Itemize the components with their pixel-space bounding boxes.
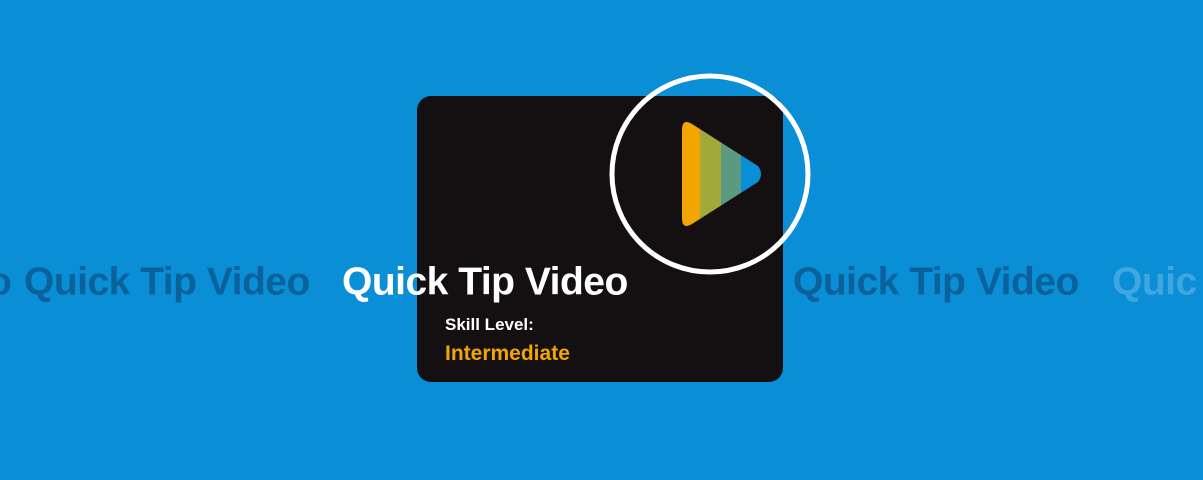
ticker-fragment-left: o [0,263,12,302]
play-stripe-1 [682,122,700,226]
quick-tip-banner: o Quick Tip Video Quick Tip Video Quick … [0,0,1203,480]
play-stripe-4 [741,122,761,226]
play-button[interactable] [608,72,812,276]
video-title: Quick Tip Video [342,260,628,304]
skill-level-value: Intermediate [445,342,570,365]
play-stripe-2 [700,122,721,226]
skill-level-label: Skill Level: [445,315,534,334]
ticker-fragment-right: Quic [1112,260,1197,304]
play-icon [682,122,761,226]
ticker-text-left: Quick Tip Video [24,260,310,304]
play-stripe-3 [721,122,741,226]
ticker-text-right: Quick Tip Video [793,260,1079,304]
